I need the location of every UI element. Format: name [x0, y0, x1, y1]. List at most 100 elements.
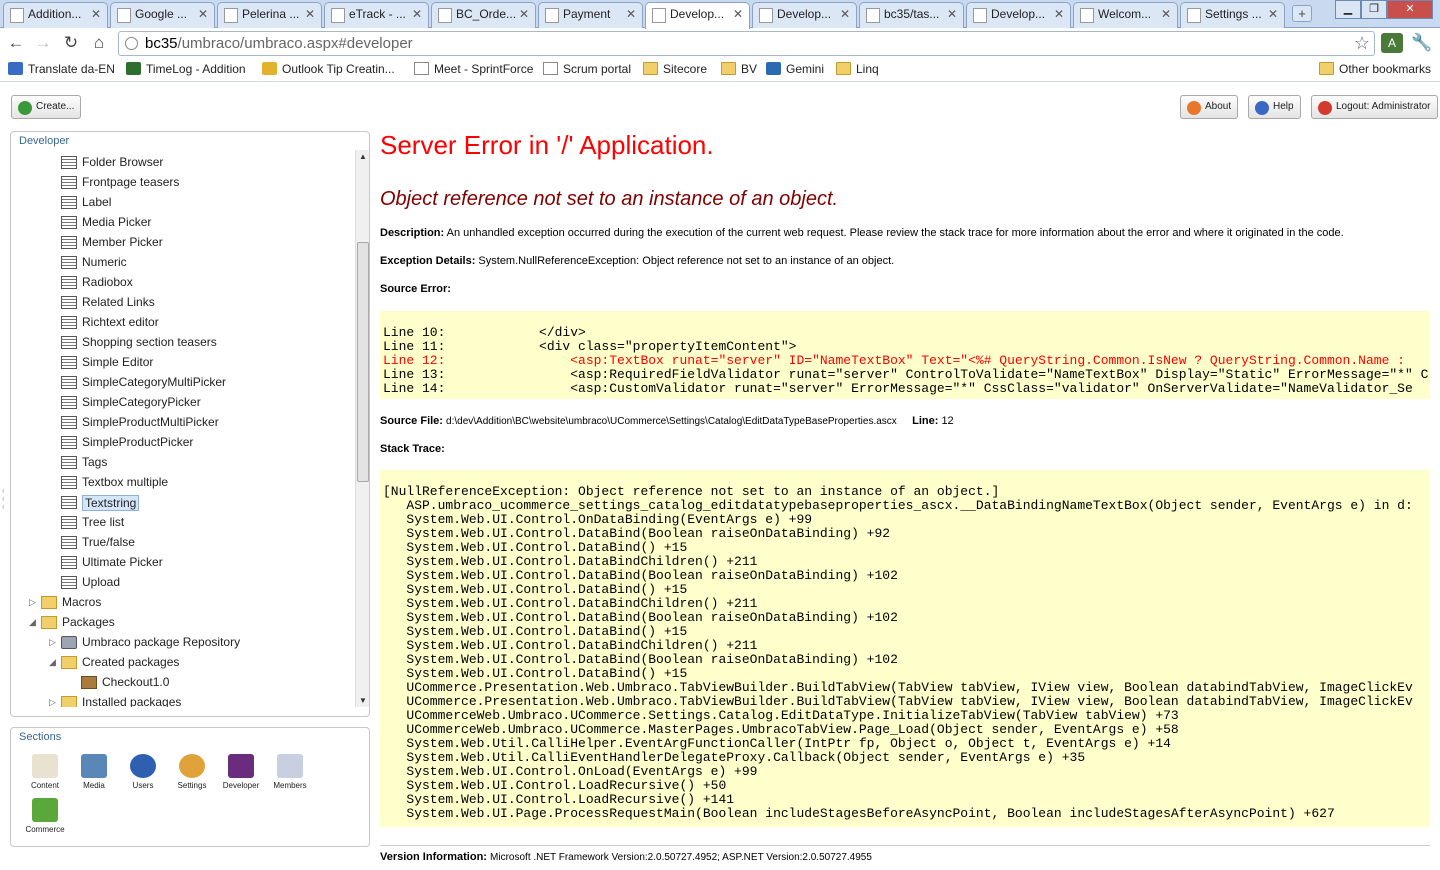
browser-tab[interactable]: Welcom... ✕ [1073, 2, 1178, 28]
bookmark-item[interactable]: Linq [836, 62, 879, 76]
page-info-icon[interactable] [125, 37, 138, 50]
close-tab-icon[interactable]: ✕ [1268, 7, 1278, 21]
expand-arrow-icon[interactable]: ▷ [49, 637, 56, 648]
browser-tab[interactable]: Develop... ✕ [752, 2, 857, 28]
translate-extension-icon[interactable]: A [1381, 33, 1403, 53]
browser-tab[interactable]: Addition... ✕ [3, 2, 108, 28]
close-tab-icon[interactable]: ✕ [519, 7, 529, 21]
tree-item[interactable]: Tree list [11, 513, 351, 533]
expand-arrow-icon[interactable]: ▷ [49, 697, 56, 707]
tree-item[interactable]: ◢ Created packages [11, 653, 351, 673]
tree-item[interactable]: Radiobox [11, 273, 351, 293]
section-item[interactable]: Content [23, 754, 67, 790]
splitter-handle-icon[interactable]: ‹ ‹ ‹ [2, 487, 5, 511]
section-item[interactable]: Developer [219, 754, 263, 790]
tree-item[interactable]: Ultimate Picker [11, 553, 351, 573]
browser-tab[interactable]: eTrack - ... ✕ [324, 2, 429, 28]
tree-item[interactable]: ▷ Macros [11, 593, 351, 613]
scroll-up-icon[interactable]: ▲ [359, 152, 367, 161]
collapse-arrow-icon[interactable]: ◢ [29, 617, 36, 628]
tree-item[interactable]: Member Picker [11, 233, 351, 253]
close-tab-icon[interactable]: ✕ [1161, 7, 1171, 21]
tree-item[interactable]: Checkout1.0 [11, 673, 351, 693]
browser-tab[interactable]: Google ... ✕ [110, 2, 215, 28]
sections-panel: Sections Content Media Users Settings Develo… [10, 727, 370, 847]
bookmark-item[interactable]: Translate da-EN [8, 62, 115, 76]
wrench-icon[interactable]: 🔧 [1411, 33, 1432, 53]
expand-arrow-icon[interactable]: ▷ [29, 597, 36, 608]
tree-item[interactable]: SimpleProductMultiPicker [11, 413, 351, 433]
browser-tab[interactable]: bc35/tas... ✕ [859, 2, 964, 28]
address-bar[interactable]: bc35/umbraco/umbraco.aspx#developer ☆ [118, 31, 1375, 56]
back-icon[interactable]: ← [6, 33, 26, 53]
other-bookmarks[interactable]: Other bookmarks [1319, 62, 1431, 76]
help-button[interactable]: Help [1248, 95, 1301, 119]
tree-item[interactable]: Frontpage teasers [11, 173, 351, 193]
tree-item[interactable]: Textbox multiple [11, 473, 351, 493]
section-item[interactable]: Settings [170, 754, 214, 790]
home-icon[interactable]: ⌂ [89, 33, 109, 53]
browser-tab[interactable]: BC_Orde... ✕ [431, 2, 536, 28]
tree-item[interactable]: Media Picker [11, 213, 351, 233]
browser-tab[interactable]: Develop... ✕ [966, 2, 1071, 28]
tree-item[interactable]: Richtext editor [11, 313, 351, 333]
tree-item[interactable]: ◢ Packages [11, 613, 351, 633]
tree-item[interactable]: Tags [11, 453, 351, 473]
tree-item[interactable]: SimpleProductPicker [11, 433, 351, 453]
bookmark-item[interactable]: Scrum portal [543, 62, 631, 76]
tree-item[interactable]: Label [11, 193, 351, 213]
maximize-button[interactable]: ❐ [1361, 0, 1387, 19]
tree-scrollbar[interactable]: ▲ ▼ [355, 150, 369, 707]
scroll-down-icon[interactable]: ▼ [359, 696, 367, 705]
close-tab-icon[interactable]: ✕ [947, 7, 957, 21]
bookmark-item[interactable]: Meet - SprintForce [414, 62, 533, 76]
close-tab-icon[interactable]: ✕ [733, 7, 743, 21]
bookmark-star-icon[interactable]: ☆ [1354, 33, 1370, 54]
browser-tab[interactable]: Develop... ✕ [645, 2, 750, 29]
reload-icon[interactable]: ↻ [61, 33, 81, 53]
new-tab-button[interactable]: + [1292, 5, 1312, 22]
tree-item[interactable]: Shopping section teasers [11, 333, 351, 353]
section-item[interactable]: Commerce [23, 798, 67, 834]
tree-item[interactable]: SimpleCategoryPicker [11, 393, 351, 413]
browser-tab[interactable]: Payment ✕ [538, 2, 643, 28]
browser-tab[interactable]: Settings ... ✕ [1180, 2, 1285, 28]
close-tab-icon[interactable]: ✕ [840, 7, 850, 21]
tree-item[interactable]: Related Links [11, 293, 351, 313]
bookmark-item[interactable]: BV [721, 62, 757, 76]
close-tab-icon[interactable]: ✕ [305, 7, 315, 21]
tree-item[interactable]: True/false [11, 533, 351, 553]
logout-button[interactable]: Logout: Administrator [1311, 95, 1438, 119]
forward-icon[interactable]: → [33, 33, 53, 53]
close-tab-icon[interactable]: ✕ [626, 7, 636, 21]
tree-item[interactable]: Numeric [11, 253, 351, 273]
tree-item-label: SimpleCategoryMultiPicker [82, 375, 227, 389]
section-item[interactable]: Users [121, 754, 165, 790]
close-window-button[interactable]: ✕ [1387, 0, 1433, 19]
scrollbar-thumb[interactable] [357, 242, 369, 482]
bookmark-item[interactable]: TimeLog - Addition [126, 62, 246, 76]
tree-item[interactable]: Textstring [11, 493, 351, 513]
tree-item[interactable]: Upload [11, 573, 351, 593]
minimize-button[interactable]: ▁ [1335, 0, 1361, 19]
browser-tab[interactable]: Pelerina ... ✕ [217, 2, 322, 28]
section-item[interactable]: Media [72, 754, 116, 790]
close-tab-icon[interactable]: ✕ [91, 7, 101, 21]
tree-item[interactable]: Folder Browser [11, 153, 351, 173]
exception-text: System.NullReferenceException: Object re… [478, 255, 895, 267]
close-tab-icon[interactable]: ✕ [198, 7, 208, 21]
tree-item[interactable]: SimpleCategoryMultiPicker [11, 373, 351, 393]
tree-item[interactable]: ▷ Installed packages [11, 693, 351, 707]
tree-item[interactable]: ▷ Umbraco package Repository [11, 633, 351, 653]
close-tab-icon[interactable]: ✕ [412, 7, 422, 21]
tree-scroll-area[interactable]: Folder Browser Frontpage teasers Label Medi… [11, 150, 355, 707]
section-item[interactable]: Members [268, 754, 312, 790]
close-tab-icon[interactable]: ✕ [1054, 7, 1064, 21]
tree-item[interactable]: Simple Editor [11, 353, 351, 373]
bookmark-item[interactable]: Outlook Tip Creatin... [262, 62, 395, 76]
bookmark-item[interactable]: Sitecore [643, 62, 707, 76]
collapse-arrow-icon[interactable]: ◢ [49, 657, 56, 668]
bookmark-item[interactable]: Gemini [766, 62, 824, 76]
about-button[interactable]: About [1180, 95, 1239, 119]
create-button[interactable]: Create... [11, 95, 82, 119]
